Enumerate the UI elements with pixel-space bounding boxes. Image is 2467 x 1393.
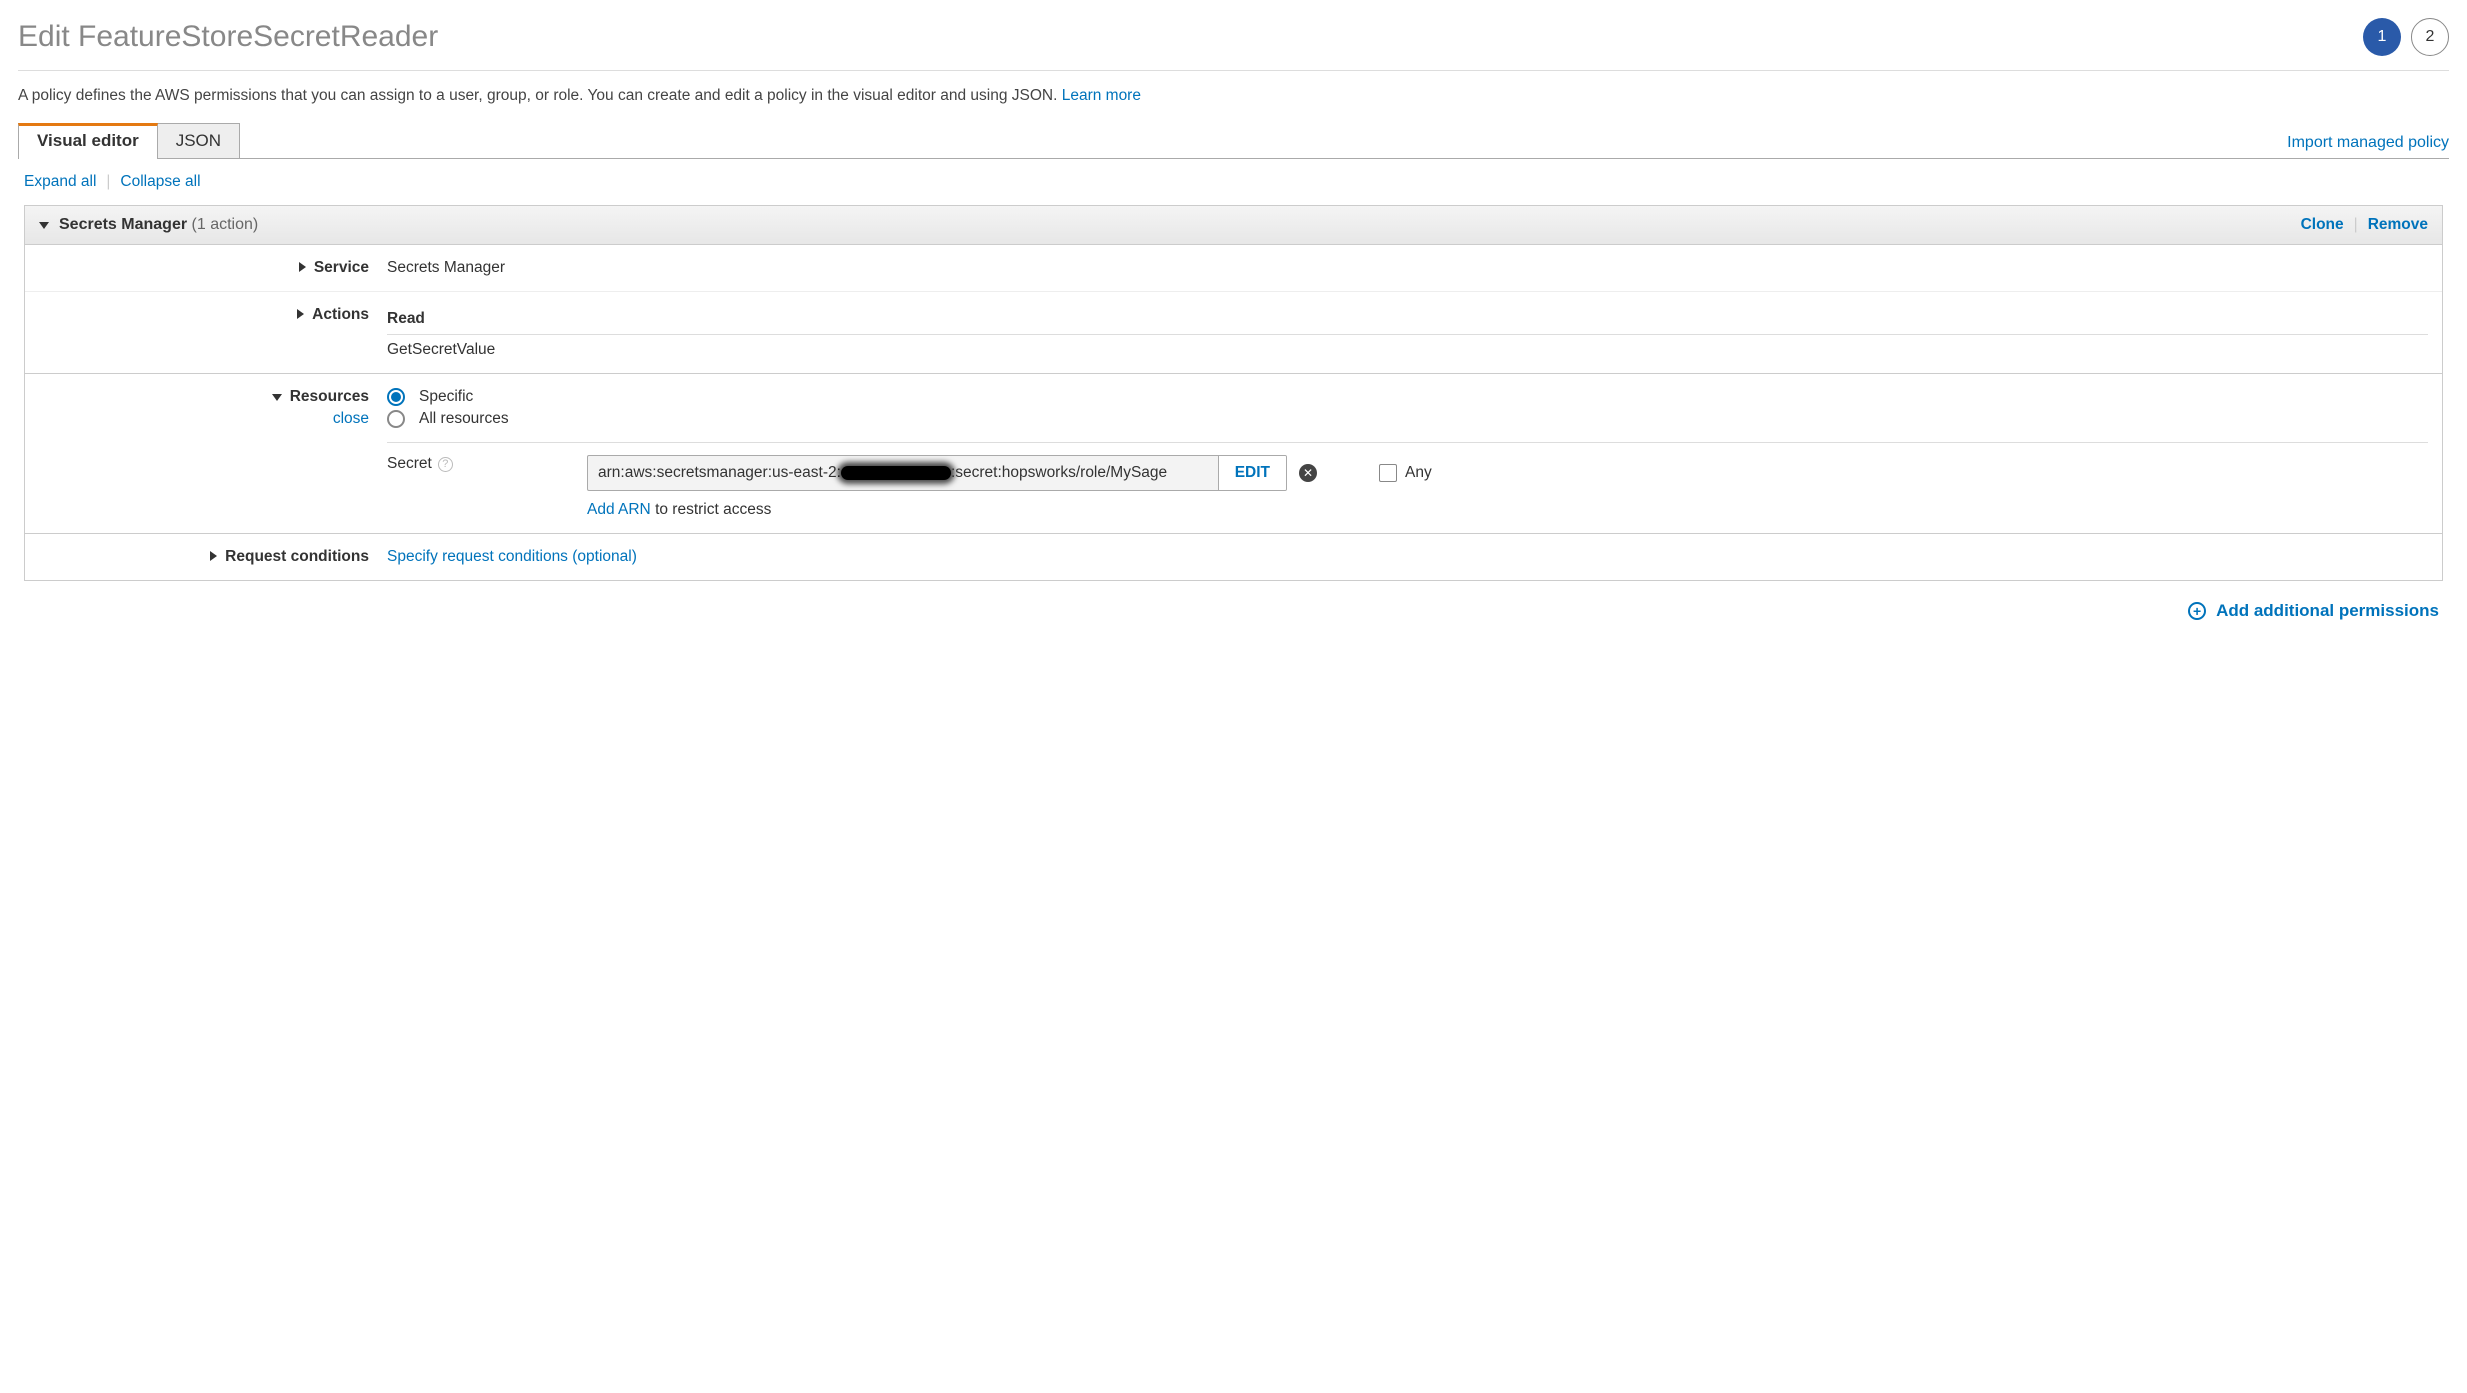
resources-label: Resources	[290, 388, 369, 406]
radio-specific-input[interactable]	[387, 388, 405, 406]
actions-row: Actions Read GetSecretValue	[25, 291, 2442, 373]
add-permissions-button[interactable]: + Add additional permissions	[2188, 601, 2439, 621]
expand-all-link[interactable]: Expand all	[24, 173, 96, 191]
add-arn-row: Add ARN to restrict access	[587, 501, 2428, 519]
resources-row: Resources close Specific All resources S…	[25, 373, 2442, 533]
specify-conditions-link[interactable]: Specify request conditions (optional)	[387, 548, 637, 565]
actions-group-header: Read	[387, 306, 2428, 335]
tab-visual-editor[interactable]: Visual editor	[18, 123, 158, 158]
tab-json[interactable]: JSON	[157, 123, 240, 158]
step-2[interactable]: 2	[2411, 18, 2449, 56]
separator: |	[2354, 216, 2358, 234]
arn-row: arn:aws:secretsmanager:us-east-2: :secret…	[587, 455, 2428, 491]
chevron-down-icon	[39, 216, 49, 234]
permission-panel: Secrets Manager (1 action) Clone | Remov…	[24, 205, 2443, 581]
description-row: A policy defines the AWS permissions tha…	[18, 87, 2449, 105]
radio-specific-label: Specific	[419, 388, 473, 406]
wizard-steps: 1 2	[2363, 18, 2449, 56]
page-title: Edit FeatureStoreSecretReader	[18, 20, 438, 54]
remove-arn-icon[interactable]: ✕	[1299, 464, 1317, 482]
conditions-label: Request conditions	[225, 548, 369, 566]
remove-button[interactable]: Remove	[2368, 216, 2428, 234]
resources-close-link[interactable]: close	[333, 410, 369, 428]
actions-row-label[interactable]: Actions	[39, 306, 369, 359]
action-item: GetSecretValue	[387, 341, 2428, 359]
panel-title: Secrets Manager (1 action)	[39, 216, 258, 234]
resources-row-label: Resources close	[39, 388, 369, 519]
arn-text: arn:aws:secretsmanager:us-east-2: :secret…	[588, 456, 1218, 490]
secret-label-col: Secret ?	[387, 455, 587, 473]
info-icon[interactable]: ?	[438, 457, 453, 472]
chevron-right-icon	[297, 306, 304, 324]
arn-prefix: arn:aws:secretsmanager:us-east-2:	[598, 464, 841, 481]
secret-resource-line: Secret ? arn:aws:secretsmanager:us-east-…	[387, 442, 2428, 519]
chevron-down-icon	[272, 388, 282, 406]
expand-collapse-row: Expand all | Collapse all	[18, 159, 2449, 205]
actions-label: Actions	[312, 306, 369, 324]
import-managed-policy-link[interactable]: Import managed policy	[2287, 134, 2449, 158]
resources-content: Specific All resources Secret ?	[387, 388, 2428, 519]
radio-all-input[interactable]	[387, 410, 405, 428]
action-count-label: (1 action)	[192, 216, 259, 233]
add-permissions-label: Add additional permissions	[2216, 601, 2439, 621]
description-text: A policy defines the AWS permissions tha…	[18, 87, 1057, 104]
panel-body: Service Secrets Manager Actions Read Get…	[25, 245, 2442, 580]
redacted-account-id	[841, 466, 951, 480]
learn-more-link[interactable]: Learn more	[1062, 87, 1141, 104]
panel-header[interactable]: Secrets Manager (1 action) Clone | Remov…	[25, 206, 2442, 245]
separator: |	[106, 173, 110, 191]
edit-arn-button[interactable]: EDIT	[1218, 456, 1286, 490]
plus-icon: +	[2188, 602, 2206, 620]
step-1[interactable]: 1	[2363, 18, 2401, 56]
radio-all[interactable]: All resources	[387, 410, 2428, 428]
add-arn-link[interactable]: Add ARN	[587, 501, 651, 518]
chevron-right-icon	[210, 548, 217, 566]
service-row: Service Secrets Manager	[25, 245, 2442, 291]
add-arn-suffix: to restrict access	[651, 501, 772, 518]
tabs: Visual editor JSON	[18, 123, 239, 158]
any-checkbox[interactable]	[1379, 464, 1397, 482]
resources-toggle[interactable]: Resources	[272, 388, 369, 406]
footer-row: + Add additional permissions	[18, 581, 2449, 621]
conditions-row: Request conditions Specify request condi…	[25, 533, 2442, 580]
panel-actions: Clone | Remove	[2301, 216, 2428, 234]
service-name-label: Secrets Manager	[59, 216, 187, 233]
chevron-right-icon	[299, 259, 306, 277]
arn-suffix: :secret:hopsworks/role/MySage	[951, 464, 1167, 481]
conditions-row-label[interactable]: Request conditions	[39, 548, 369, 566]
tab-row: Visual editor JSON Import managed policy	[18, 123, 2449, 159]
service-row-label[interactable]: Service	[39, 259, 369, 277]
radio-all-label: All resources	[419, 410, 509, 428]
header: Edit FeatureStoreSecretReader 1 2	[18, 18, 2449, 71]
secret-main: arn:aws:secretsmanager:us-east-2: :secret…	[587, 455, 2428, 519]
any-option[interactable]: Any	[1379, 464, 1432, 482]
actions-content: Read GetSecretValue	[387, 306, 2428, 359]
any-label: Any	[1405, 464, 1432, 482]
radio-specific[interactable]: Specific	[387, 388, 2428, 406]
service-value: Secrets Manager	[387, 259, 2428, 277]
clone-button[interactable]: Clone	[2301, 216, 2344, 234]
arn-box: arn:aws:secretsmanager:us-east-2: :secret…	[587, 455, 1287, 491]
secret-label: Secret	[387, 455, 432, 473]
service-label: Service	[314, 259, 369, 277]
conditions-content: Specify request conditions (optional)	[387, 548, 2428, 566]
collapse-all-link[interactable]: Collapse all	[120, 173, 200, 191]
